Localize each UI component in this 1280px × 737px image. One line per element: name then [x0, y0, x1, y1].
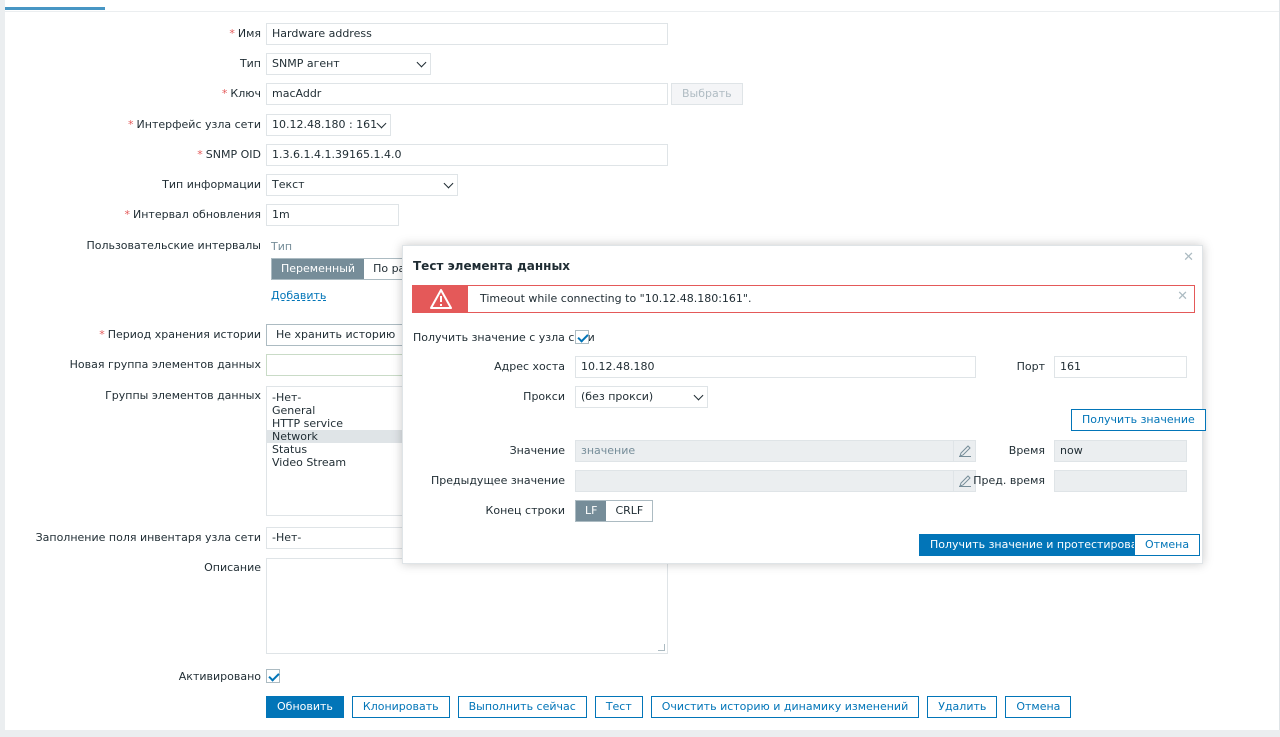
- name-label: Имя: [237, 27, 261, 40]
- row-update-interval: * Интервал обновления 1m: [5, 204, 1279, 228]
- clear-history-button[interactable]: Очистить историю и динамику изменений: [650, 696, 920, 718]
- new-group-label: Новая группа элементов данных: [69, 358, 261, 371]
- history-label: Период хранения истории: [107, 328, 261, 341]
- row-type: Тип SNMP агент: [5, 53, 1279, 77]
- get-and-test-button[interactable]: Получить значение и протестировать: [919, 534, 1162, 556]
- interface-label: Интерфейс узла сети: [136, 118, 261, 131]
- row-info-type: Тип информации Текст: [5, 174, 1279, 198]
- seg-no-keep-history[interactable]: Не хранить историю: [267, 325, 405, 345]
- add-interval-link[interactable]: Добавить: [271, 289, 326, 302]
- resize-handle-icon[interactable]: [658, 644, 665, 651]
- tabs-strip: [5, 0, 1279, 12]
- list-item[interactable]: General: [272, 404, 405, 417]
- prev-value-label: Предыдущее значение: [431, 474, 565, 487]
- eol-crlf[interactable]: CRLF: [606, 501, 653, 521]
- row-interface: * Интерфейс узла сети 10.12.48.180 : 161: [5, 114, 1279, 138]
- key-label: Ключ: [230, 87, 261, 100]
- custom-intervals-col-type: Тип: [271, 240, 293, 253]
- description-textarea[interactable]: [266, 558, 668, 654]
- list-item[interactable]: -Нет-: [272, 391, 405, 404]
- proxy-select[interactable]: (без прокси): [575, 386, 708, 408]
- inventory-label: Заполнение поля инвентаря узла сети: [35, 531, 261, 544]
- proxy-label: Прокси: [523, 390, 565, 403]
- groups-listbox[interactable]: -Нет- General HTTP service Network Statu…: [266, 386, 406, 516]
- new-group-input[interactable]: [266, 354, 406, 376]
- dialog-cancel-button[interactable]: Отмена: [1134, 534, 1201, 556]
- chevron-down-icon: [376, 118, 387, 129]
- name-input[interactable]: Hardware address: [266, 23, 668, 45]
- update-interval-label: Интервал обновления: [132, 208, 261, 221]
- alert-message: Timeout while connecting to "10.12.48.18…: [480, 292, 752, 305]
- warning-icon: [430, 289, 452, 309]
- cancel-button[interactable]: Отмена: [1005, 696, 1072, 718]
- list-item[interactable]: HTTP service: [272, 417, 405, 430]
- eol-toggle[interactable]: LF CRLF: [575, 500, 654, 522]
- form-buttons: Обновить Клонировать Выполнить сейчас Те…: [266, 696, 1072, 718]
- row-name: * Имя Hardware address: [5, 23, 1279, 47]
- close-icon[interactable]: ✕: [1177, 289, 1188, 304]
- description-label: Описание: [204, 561, 261, 574]
- key-select-button[interactable]: Выбрать: [671, 83, 743, 105]
- list-item[interactable]: Network: [267, 430, 405, 443]
- eol-label: Конец строки: [485, 504, 565, 517]
- groups-label: Группы элементов данных: [105, 389, 261, 402]
- info-type-select[interactable]: Текст: [266, 174, 458, 196]
- enabled-label: Активировано: [178, 670, 261, 683]
- delete-button[interactable]: Удалить: [927, 696, 998, 718]
- pencil-icon[interactable]: [953, 441, 975, 461]
- port-input[interactable]: 161: [1054, 356, 1187, 378]
- get-from-host-checkbox[interactable]: [575, 330, 589, 344]
- value-label: Значение: [509, 444, 565, 457]
- seg-flexible[interactable]: Переменный: [272, 259, 365, 279]
- update-interval-input[interactable]: 1m: [266, 204, 399, 226]
- list-item[interactable]: Video Stream: [272, 456, 405, 469]
- value-input[interactable]: значение: [575, 440, 976, 462]
- prev-time-input[interactable]: [1054, 470, 1187, 492]
- time-input[interactable]: now: [1054, 440, 1187, 462]
- list-item[interactable]: Status: [272, 443, 405, 456]
- test-button[interactable]: Тест: [594, 696, 643, 718]
- type-label: Тип: [239, 57, 261, 70]
- snmp-oid-input[interactable]: 1.3.6.1.4.1.39165.1.4.0: [266, 144, 668, 166]
- inventory-select[interactable]: -Нет-: [266, 527, 406, 549]
- get-from-host-label: Получить значение с узла сети: [413, 331, 595, 344]
- type-select[interactable]: SNMP агент: [266, 53, 431, 75]
- port-label: Порт: [1016, 360, 1045, 373]
- chevron-down-icon: [416, 57, 427, 68]
- eol-lf[interactable]: LF: [576, 501, 607, 521]
- host-address-input[interactable]: 10.12.48.180: [575, 356, 976, 378]
- prev-time-label: Пред. время: [973, 474, 1045, 487]
- host-address-label: Адрес хоста: [494, 360, 565, 373]
- snmp-oid-label: SNMP OID: [205, 148, 261, 161]
- info-type-label: Тип информации: [162, 178, 261, 191]
- interval-type-toggle[interactable]: Переменный По рас: [271, 258, 422, 280]
- execute-now-button[interactable]: Выполнить сейчас: [457, 696, 587, 718]
- interface-select[interactable]: 10.12.48.180 : 161: [266, 114, 391, 136]
- time-label: Время: [1008, 444, 1045, 457]
- custom-intervals-label: Пользовательские интервалы: [86, 239, 261, 252]
- chevron-down-icon: [443, 178, 454, 189]
- dialog-title: Тест элемента данных: [413, 259, 571, 273]
- row-snmp-oid: * SNMP OID 1.3.6.1.4.1.39165.1.4.0: [5, 144, 1279, 168]
- get-value-button[interactable]: Получить значение: [1071, 409, 1206, 431]
- chevron-down-icon: [693, 390, 704, 401]
- clone-button[interactable]: Клонировать: [351, 696, 450, 718]
- prev-value-input[interactable]: [575, 470, 976, 492]
- update-button[interactable]: Обновить: [266, 696, 344, 718]
- key-input[interactable]: macAddr: [266, 83, 668, 105]
- tab-item[interactable]: [5, 0, 105, 10]
- test-item-dialog: Тест элемента данных ✕ Timeout while con…: [402, 245, 1206, 564]
- row-enabled: Активировано: [5, 666, 1279, 690]
- error-alert: Timeout while connecting to "10.12.48.18…: [412, 285, 1195, 313]
- close-icon[interactable]: ✕: [1183, 250, 1194, 265]
- pencil-icon[interactable]: [953, 471, 975, 491]
- row-key: * Ключ macAddr Выбрать: [5, 83, 1279, 107]
- enabled-checkbox[interactable]: [266, 669, 280, 683]
